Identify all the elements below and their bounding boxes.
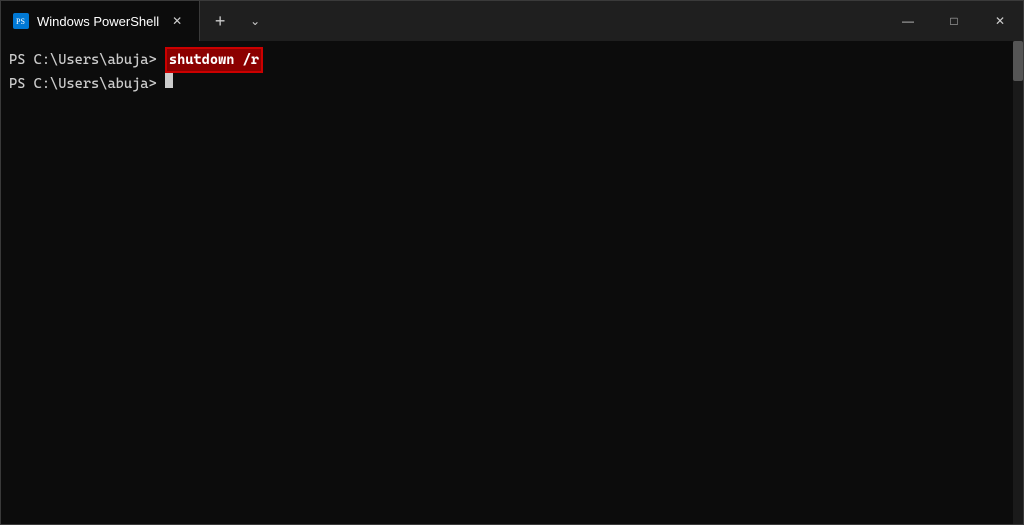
prompt-1: PS C:\Users\abuja>: [9, 49, 157, 71]
scrollbar-thumb[interactable]: [1013, 41, 1023, 81]
window-controls: — □ ✕: [885, 1, 1023, 41]
scrollbar-track[interactable]: [1013, 41, 1023, 524]
terminal-line-1: PS C:\Users\abuja> shutdown /r: [9, 47, 1015, 73]
close-button[interactable]: ✕: [977, 1, 1023, 41]
prompt-2: PS C:\Users\abuja>: [9, 73, 157, 95]
highlighted-command: shutdown /r: [165, 47, 263, 73]
tab-dropdown-button[interactable]: ⌄: [240, 1, 270, 41]
svg-text:PS: PS: [16, 17, 25, 26]
cursor: [165, 73, 173, 88]
active-tab[interactable]: PS Windows PowerShell ✕: [1, 1, 200, 41]
maximize-button[interactable]: □: [931, 1, 977, 41]
terminal-line-2: PS C:\Users\abuja>: [9, 73, 1015, 95]
tab-title: Windows PowerShell: [37, 14, 159, 29]
terminal-body[interactable]: PS C:\Users\abuja> shutdown /r PS C:\Use…: [1, 41, 1023, 524]
title-bar: PS Windows PowerShell ✕ + ⌄ — □ ✕: [1, 1, 1023, 41]
new-tab-button[interactable]: +: [200, 1, 240, 41]
powershell-window: PS Windows PowerShell ✕ + ⌄ — □ ✕ PS C:\…: [0, 0, 1024, 525]
tab-close-button[interactable]: ✕: [167, 11, 187, 31]
tab-area: PS Windows PowerShell ✕ + ⌄: [1, 1, 443, 41]
powershell-icon: PS: [13, 13, 29, 29]
minimize-button[interactable]: —: [885, 1, 931, 41]
